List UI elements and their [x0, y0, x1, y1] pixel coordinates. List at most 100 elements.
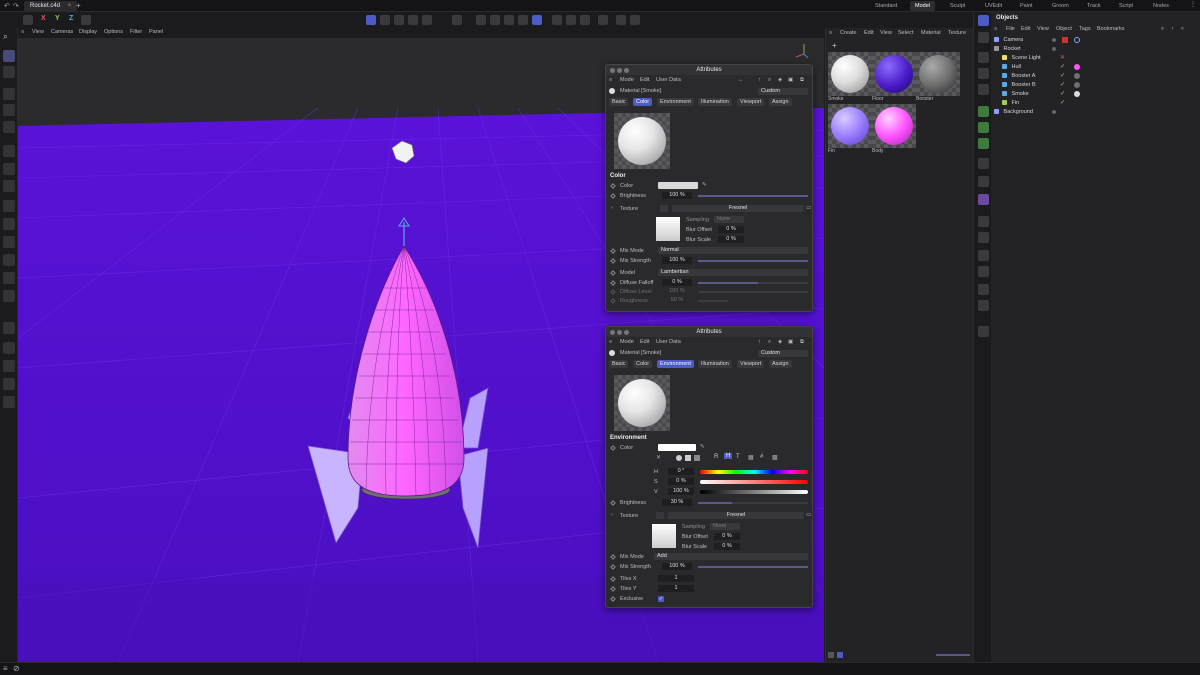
attributes-menu-userdata[interactable]: User Data — [656, 77, 681, 83]
object-row-hull[interactable]: Hull ✓ — [1002, 63, 1194, 72]
status-menu-icon[interactable]: ≡ — [3, 664, 8, 673]
expand-chevron-icon[interactable]: › — [611, 205, 613, 211]
enabled-check-icon[interactable]: ✓ — [1060, 63, 1065, 72]
thumbnail-size-slider[interactable] — [936, 654, 970, 656]
brightness-slider[interactable] — [698, 502, 732, 504]
add-material-icon[interactable]: + — [832, 41, 837, 50]
material-swatch-smoke[interactable] — [828, 52, 872, 96]
object-row-scene-light[interactable]: Scene Light ✕ — [1002, 54, 1194, 63]
saturation-slider[interactable] — [700, 480, 808, 484]
layout-tab-paint[interactable]: Paint — [1015, 1, 1038, 11]
camera-icon[interactable] — [978, 32, 989, 43]
swatches-icon[interactable]: ▩ — [772, 454, 778, 461]
lock-icon[interactable] — [490, 15, 500, 25]
axis-z-toggle[interactable]: Z — [69, 15, 73, 22]
object-menu-tags[interactable]: Tags — [1079, 26, 1091, 32]
bookmark-icon[interactable]: ◈ — [778, 339, 782, 345]
render-camera-icon[interactable] — [978, 266, 989, 277]
viewport-menu-options[interactable]: Options — [104, 29, 123, 35]
edges-mode-icon[interactable] — [394, 15, 404, 25]
layout-tab-script[interactable]: Script — [1114, 1, 1138, 11]
uv-mode-icon[interactable] — [422, 15, 432, 25]
tab-basic[interactable]: Basic — [609, 98, 629, 106]
mixer-icon[interactable]: ▦ — [748, 454, 754, 461]
picture-viewer-icon[interactable] — [598, 15, 608, 25]
mix-strength-slider[interactable] — [698, 566, 808, 568]
pen-tool-icon[interactable] — [3, 322, 15, 334]
mix-strength-field[interactable]: 100 % — [662, 257, 692, 264]
attributes-menu-mode[interactable]: Mode — [620, 339, 634, 345]
enable-axis-icon[interactable] — [452, 15, 462, 25]
texture-shader-button[interactable]: Fresnel — [668, 512, 804, 519]
render-icon[interactable] — [566, 15, 576, 25]
status-help-icon[interactable]: ⊘ — [13, 664, 20, 673]
bevel-tool-icon[interactable] — [3, 218, 15, 230]
layout-tab-sculpt[interactable]: Sculpt — [945, 1, 970, 11]
loop-cut-icon[interactable] — [3, 236, 15, 248]
hex-mode-button[interactable]: # — [760, 454, 763, 460]
material-menu-create[interactable]: Create — [840, 30, 857, 36]
tag-icon[interactable] — [1062, 37, 1068, 43]
tab-basic[interactable]: Basic — [609, 360, 629, 368]
generator-icon[interactable] — [978, 106, 989, 117]
color-swatch[interactable] — [658, 444, 696, 451]
undo-icon[interactable]: ↶ — [4, 2, 10, 10]
attributes-hamburger-icon[interactable]: ≡ — [609, 77, 612, 83]
paint-tool-icon[interactable] — [3, 163, 15, 175]
points-mode-icon[interactable] — [380, 15, 390, 25]
material-tag-icon[interactable] — [1074, 82, 1080, 88]
material-swatch-booster[interactable] — [916, 52, 960, 96]
object-menu-view[interactable]: View — [1037, 26, 1049, 32]
cube-icon[interactable] — [616, 15, 626, 25]
enabled-check-icon[interactable]: ✓ — [1060, 90, 1065, 99]
up-arrow-icon[interactable]: ↑ — [758, 339, 761, 345]
live-selection-icon[interactable] — [3, 66, 15, 78]
document-tab[interactable]: Rocket.c4d × — [24, 1, 78, 11]
light-icon[interactable] — [978, 176, 989, 187]
material-swatch-floor[interactable] — [872, 52, 916, 96]
new-window-icon[interactable]: ⧉ — [800, 339, 804, 346]
measure-tool-icon[interactable] — [3, 342, 15, 354]
magnet-snap-icon[interactable] — [476, 15, 486, 25]
enabled-check-icon[interactable]: ✓ — [1060, 99, 1065, 108]
attributes-title-bar[interactable]: Attributes — [606, 65, 812, 75]
field-icon[interactable] — [978, 158, 989, 169]
attributes-hamburger-icon[interactable]: ≡ — [609, 339, 612, 345]
material-menu-material[interactable]: Material — [921, 30, 941, 36]
tab-environment[interactable]: Environment — [657, 98, 694, 106]
material-hamburger-icon[interactable]: ≡ — [829, 30, 832, 36]
object-row-background[interactable]: Background — [994, 108, 1194, 117]
close-tab-icon[interactable]: × — [68, 3, 72, 9]
back-arrow-icon[interactable]: ← — [738, 77, 744, 83]
attributes-menu-edit[interactable]: Edit — [640, 339, 649, 345]
tab-color[interactable]: Color — [633, 360, 653, 368]
texture-shader-button[interactable]: Fresnel — [672, 205, 804, 212]
object-manager-icon[interactable] — [978, 15, 989, 26]
value-field[interactable]: 100 % — [668, 488, 694, 495]
grid-view-icon[interactable] — [837, 652, 843, 658]
tiles-x-field[interactable]: 1 — [658, 575, 694, 582]
color-wheel-icon[interactable]: ✕ — [656, 454, 661, 461]
spline-pen-icon[interactable] — [630, 15, 640, 25]
enabled-check-icon[interactable]: ✓ — [1060, 72, 1065, 81]
target-camera-icon[interactable] — [978, 284, 989, 295]
attributes-menu-mode[interactable]: Mode — [620, 77, 634, 83]
diffuse-falloff-slider[interactable] — [698, 282, 758, 284]
redo-icon[interactable]: ↷ — [13, 2, 19, 10]
text-spline-icon[interactable] — [978, 84, 989, 95]
image-mode-icon[interactable] — [694, 455, 700, 461]
coordinate-system-icon[interactable] — [81, 15, 91, 25]
brightness-slider[interactable] — [698, 195, 808, 197]
viewport-menu-view[interactable]: View — [32, 29, 44, 35]
viewport-hamburger-icon[interactable]: ≡ — [21, 29, 24, 35]
viewport-menu-panel[interactable]: Panel — [149, 29, 163, 35]
tab-assign[interactable]: Assign — [769, 98, 792, 106]
exclusive-checkbox[interactable]: ✓ — [658, 596, 664, 602]
up-arrow-icon[interactable]: ↑ — [1171, 26, 1174, 32]
material-tag-icon[interactable] — [1074, 64, 1080, 70]
viewport-menu-display[interactable]: Display — [79, 29, 97, 35]
blur-offset-field[interactable]: 0 % — [714, 533, 740, 540]
material-menu-select[interactable]: Select — [898, 30, 913, 36]
spline-tool-icon[interactable] — [978, 194, 989, 205]
material-menu-edit[interactable]: Edit — [864, 30, 873, 36]
